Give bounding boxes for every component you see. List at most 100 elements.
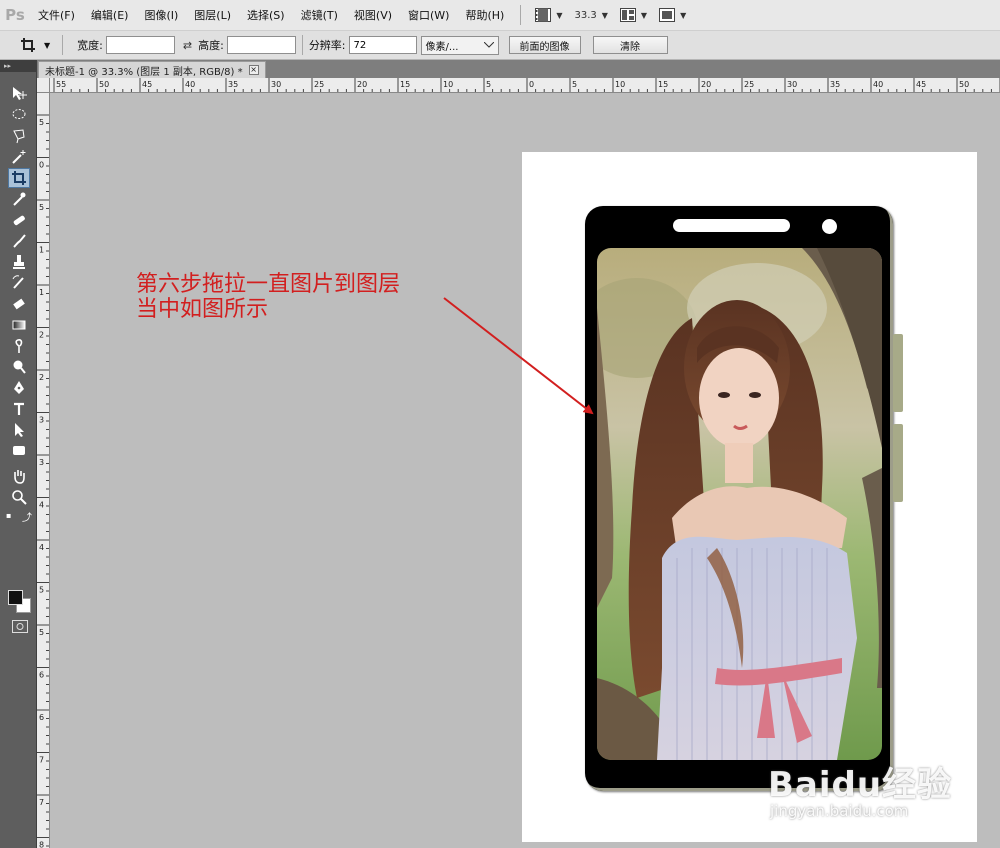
- ruler-label: 4: [39, 543, 44, 552]
- height-label: 高度:: [198, 39, 224, 52]
- film-strip-icon: [535, 8, 552, 22]
- options-divider: [62, 35, 64, 55]
- menu-select[interactable]: 选择(S): [239, 0, 293, 31]
- ruler-label: 30: [271, 80, 281, 89]
- arrange-documents-button[interactable]: ▼: [614, 0, 653, 31]
- ruler-label: 35: [228, 80, 238, 89]
- swap-dimensions-icon[interactable]: ⇄: [183, 39, 192, 52]
- ruler-label: 10: [443, 80, 453, 89]
- tool-preset-picker[interactable]: ▼: [0, 31, 56, 60]
- type-tool-icon[interactable]: [8, 399, 30, 419]
- clear-button[interactable]: 清除: [592, 36, 668, 54]
- vertical-ruler[interactable]: 5 0 5 1 1 2 2 3 3 4 4 5 5 6 6 7 7 8: [37, 93, 50, 848]
- ruler-label: 10: [615, 80, 625, 89]
- ruler-label: 5: [486, 80, 491, 89]
- crop-tool-icon[interactable]: [8, 168, 30, 188]
- menu-window[interactable]: 窗口(W): [400, 0, 457, 31]
- pen-tool-icon[interactable]: [8, 378, 30, 398]
- ruler-label: 50: [99, 80, 109, 89]
- foreground-color-swatch[interactable]: [8, 590, 23, 605]
- dodge-tool-icon[interactable]: [8, 357, 30, 377]
- phone-side-button: [893, 424, 903, 502]
- ruler-label: 35: [830, 80, 840, 89]
- portrait-photo: [597, 248, 882, 760]
- height-input[interactable]: [226, 36, 296, 54]
- zoom-level-dropdown[interactable]: 33.3 ▼: [569, 0, 614, 31]
- eraser-tool-icon[interactable]: [8, 294, 30, 314]
- eyedropper-tool-icon[interactable]: [8, 189, 30, 209]
- menu-filter[interactable]: 滤镜(T): [293, 0, 346, 31]
- menu-file[interactable]: 文件(F): [30, 0, 83, 31]
- ruler-label: 7: [39, 756, 44, 765]
- ruler-label: 50: [959, 80, 969, 89]
- tools-panel-collapse-handle[interactable]: ▸▸: [0, 60, 36, 72]
- close-icon[interactable]: ×: [248, 65, 259, 75]
- chevron-down-icon: ▼: [44, 40, 51, 50]
- options-divider: [301, 35, 303, 55]
- watermark-brand: Baidu经验: [768, 765, 953, 805]
- tools-panel: ▸▸ ▪ ⤴: [0, 60, 37, 848]
- photoshop-logo: Ps: [5, 6, 25, 24]
- healing-brush-tool-icon[interactable]: [8, 210, 30, 230]
- menu-view[interactable]: 视图(V): [346, 0, 400, 31]
- screen-mode-button[interactable]: ▼: [653, 0, 692, 31]
- default-colors-icon[interactable]: ▪: [6, 511, 11, 520]
- ruler-label: 0: [529, 80, 534, 89]
- phone-side-button: [893, 334, 903, 412]
- ruler-label: 3: [39, 416, 44, 425]
- resolution-input[interactable]: [348, 36, 417, 54]
- ruler-label: 15: [400, 80, 410, 89]
- document-tab[interactable]: 未标题-1 @ 33.3% (图层 1 副本, RGB/8) * ×: [38, 61, 266, 78]
- swap-colors-icon[interactable]: ⤴: [22, 509, 32, 524]
- ruler-label: 45: [916, 80, 926, 89]
- chevron-down-icon: ▼: [601, 10, 608, 20]
- horizontal-ruler[interactable]: 55 50 45 40 35 30 25 20 15 10 5 0 5 10 15 20 25 30 35 40 45 5…: [50, 78, 1000, 93]
- crop-icon: [21, 38, 35, 52]
- ruler-label: 45: [142, 80, 152, 89]
- menu-edit[interactable]: 编辑(E): [83, 0, 137, 31]
- rectangle-shape-tool-icon[interactable]: [8, 441, 30, 461]
- ruler-label: 5: [39, 118, 44, 127]
- horizontal-ruler-ticks: 55 50 45 40 35 30 25 20 15 10 5 0 5 10 15 20 25 30 35 40 45 5…: [53, 78, 1000, 92]
- ruler-label: 40: [185, 80, 195, 89]
- ruler-label: 2: [39, 331, 44, 340]
- menu-layer[interactable]: 图层(L): [186, 0, 239, 31]
- resolution-unit-select[interactable]: 像素/...: [420, 35, 499, 55]
- hand-tool-icon[interactable]: [8, 466, 30, 486]
- baidu-jingyan-watermark: Baidu经验 jingyan.baidu.com: [768, 757, 952, 820]
- phone-front-camera: [822, 219, 837, 234]
- ruler-label: 15: [658, 80, 668, 89]
- move-tool-icon[interactable]: [8, 84, 30, 104]
- menu-help[interactable]: 帮助(H): [457, 0, 512, 31]
- smudge-tool-icon[interactable]: [8, 336, 30, 356]
- brush-tool-icon[interactable]: [8, 231, 30, 251]
- ruler-label: 4: [39, 501, 44, 510]
- ruler-origin[interactable]: [37, 78, 50, 93]
- ruler-label: 25: [314, 80, 324, 89]
- document-tab-strip: 未标题-1 @ 33.3% (图层 1 副本, RGB/8) * ×: [0, 60, 1000, 78]
- ruler-label: 1: [39, 246, 44, 255]
- launch-bridge-button[interactable]: ▼: [529, 0, 568, 31]
- history-brush-tool-icon[interactable]: [8, 273, 30, 293]
- zoom-tool-icon[interactable]: [8, 487, 30, 507]
- ruler-label: 20: [357, 80, 367, 89]
- gradient-tool-icon[interactable]: [8, 315, 30, 335]
- resolution-label: 分辨率:: [308, 39, 346, 52]
- chevron-down-icon: ▼: [680, 10, 687, 20]
- ruler-label: 30: [787, 80, 797, 89]
- menu-image[interactable]: 图像(I): [136, 0, 186, 31]
- lasso-tool-icon[interactable]: [8, 105, 30, 125]
- lasso-polygon-tool-icon[interactable]: [8, 126, 30, 146]
- annotation-line-1: 第六步拖拉一直图片到图层: [136, 272, 401, 297]
- quick-mask-icon[interactable]: [12, 620, 28, 633]
- menu-bar: Ps 文件(F) 编辑(E) 图像(I) 图层(L) 选择(S) 滤镜(T) 视…: [0, 0, 1000, 31]
- path-selection-tool-icon[interactable]: [8, 420, 30, 440]
- magic-wand-tool-icon[interactable]: [8, 147, 30, 167]
- menubar-divider: [520, 5, 522, 25]
- phone-speaker: [673, 219, 790, 232]
- clone-stamp-tool-icon[interactable]: [8, 252, 30, 272]
- width-input[interactable]: [105, 36, 175, 54]
- ruler-label: 6: [39, 713, 44, 722]
- front-image-button[interactable]: 前面的图像: [508, 36, 581, 54]
- ruler-label: 40: [873, 80, 883, 89]
